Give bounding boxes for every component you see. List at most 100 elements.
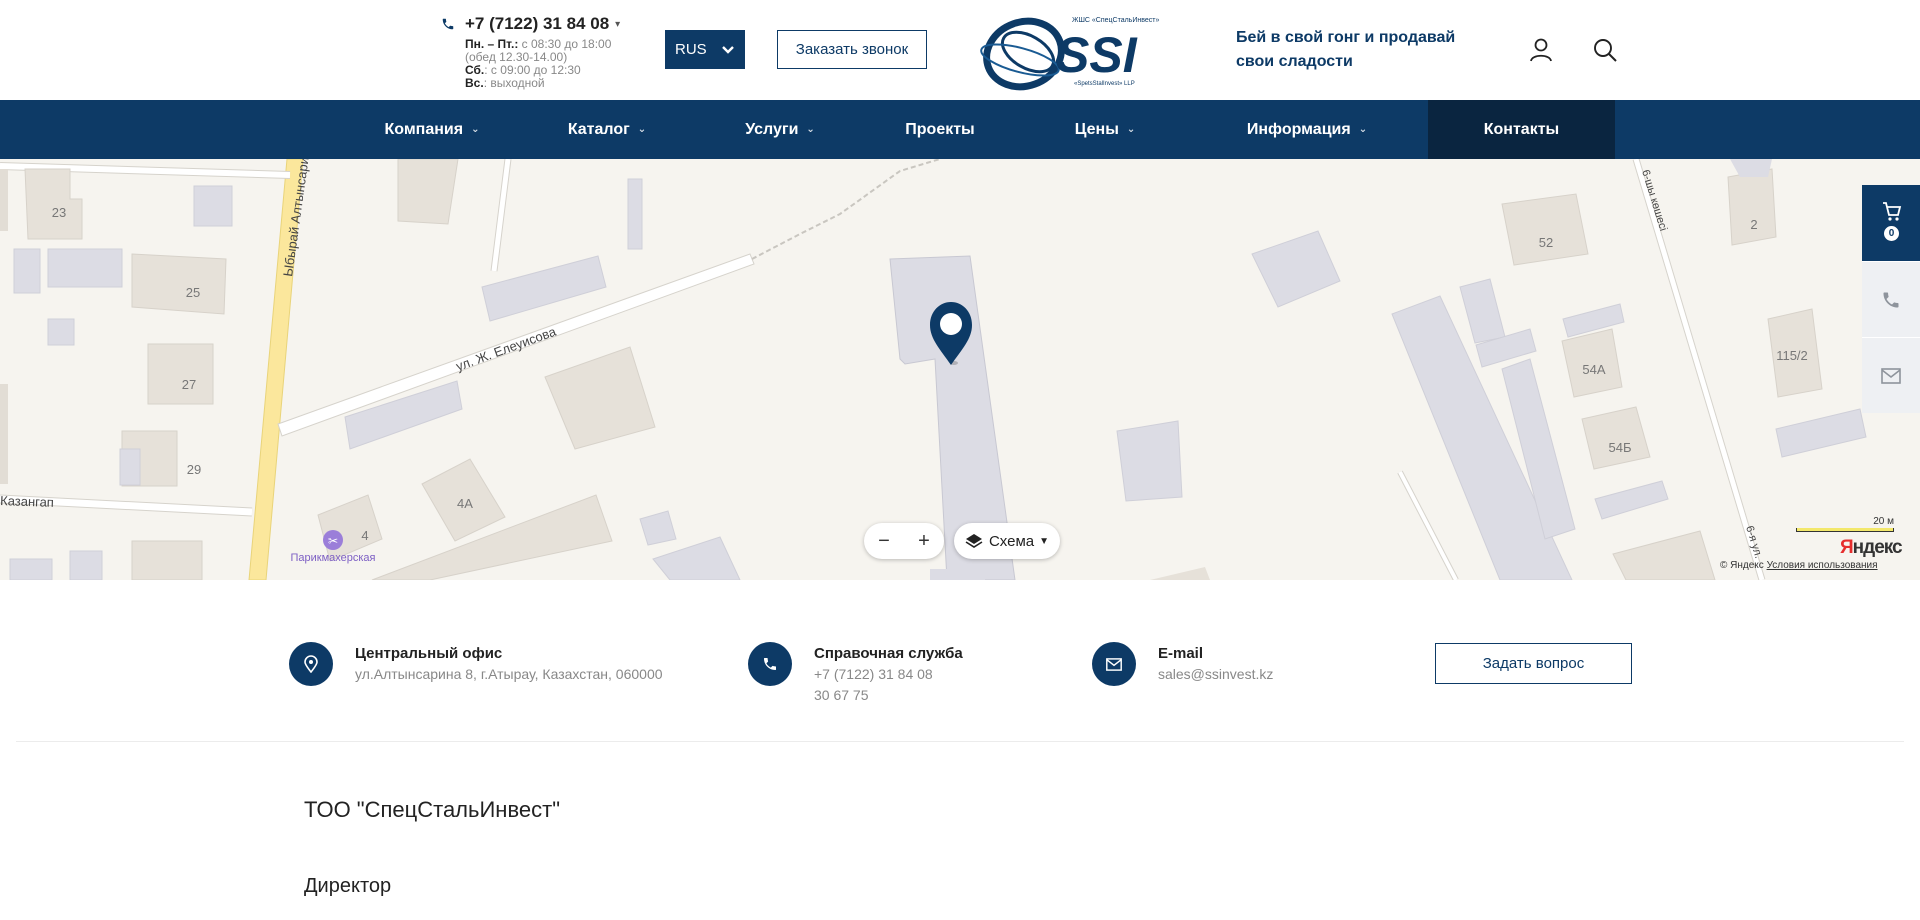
house-number: 23	[52, 205, 66, 220]
divider	[16, 741, 1904, 742]
working-hours: Пн. – Пт.: с 08:30 до 18:00 (обед 12.30-…	[465, 38, 641, 90]
page: +7 (7122) 31 84 08 ▾ Пн. – Пт.: с 08:30 …	[0, 0, 1920, 920]
chevron-down-icon: ⌄	[1358, 124, 1368, 135]
zoom-out-button[interactable]: −	[867, 530, 901, 553]
nav-item-label: Проекты	[905, 120, 975, 138]
logo-letter: Я	[1840, 537, 1854, 558]
sunday-label: Вс.	[465, 76, 484, 90]
scissors-icon: ✂	[328, 534, 338, 548]
saturday-label: Сб.	[465, 63, 485, 77]
contacts-section: Центральный офис ул.Алтынсарина 8, г.Аты…	[0, 580, 1920, 740]
street-label: 6-я ул.	[1743, 524, 1764, 560]
logo-bottom-text: «SpetsStalInvest» LLP	[1074, 81, 1135, 87]
search-icon[interactable]	[1591, 36, 1619, 64]
chevron-down-icon	[722, 45, 734, 54]
main-nav: Компания ⌄ Каталог ⌄ Услуги ⌄ Проекты Цены ⌄…	[0, 100, 1920, 159]
map-copyright: © Яндекс Условия использования	[1720, 560, 1878, 571]
chevron-down-icon: ⌄	[637, 124, 647, 135]
mail-icon	[1881, 367, 1901, 384]
nav-item-information[interactable]: Информация ⌄	[1232, 100, 1382, 159]
copyright-text: © Яндекс	[1720, 560, 1764, 571]
support-phone-2[interactable]: 30 67 75	[814, 685, 963, 706]
house-number: 4А	[457, 496, 473, 511]
cart-count-badge: 0	[1884, 226, 1899, 241]
house-number: 25	[186, 285, 200, 300]
house-number: 54Б	[1609, 440, 1632, 455]
weekdays-label: Пн. – Пт.:	[465, 37, 519, 51]
nav-item-prices[interactable]: Цены ⌄	[1060, 100, 1150, 159]
nav-item-catalog[interactable]: Каталог ⌄	[552, 100, 662, 159]
house-number: 4	[361, 528, 368, 543]
phone-dropdown[interactable]: +7 (7122) 31 84 08 ▾	[441, 14, 641, 34]
side-panel: 0	[1862, 185, 1920, 413]
language-select[interactable]: RUS	[665, 30, 745, 69]
terms-link[interactable]: Условия использования	[1767, 560, 1878, 571]
caret-down-icon: ▼	[1039, 535, 1050, 547]
logo[interactable]: ЖШС «СпецСтальИнвест» SSI «SpetsStalInve…	[980, 8, 1162, 92]
nav-item-services[interactable]: Услуги ⌄	[730, 100, 830, 159]
nav-item-label: Каталог	[567, 120, 630, 138]
chevron-down-icon: ▾	[615, 18, 621, 30]
director-heading: Директор	[304, 875, 392, 897]
slogan: Бей в свой гонг и продавай свои сладости	[1236, 29, 1456, 70]
house-number: 27	[182, 377, 196, 392]
message-side-button[interactable]	[1862, 337, 1920, 413]
support-title: Справочная служба	[814, 645, 963, 662]
phone-call-icon	[1883, 292, 1899, 307]
street-label: Казангап	[0, 493, 54, 510]
nav-item-projects[interactable]: Проекты	[890, 100, 990, 159]
office-address: ул.Алтынсарина 8, г.Атырау, Казахстан, 0…	[355, 666, 663, 682]
header: +7 (7122) 31 84 08 ▾ Пн. – Пт.: с 08:30 …	[0, 0, 1920, 100]
nav-item-label: Контакты	[1483, 120, 1560, 138]
yandex-logo[interactable]: Яндекс	[1840, 537, 1903, 559]
house-number: 115/2	[1776, 348, 1808, 363]
office-title: Центральный офис	[355, 645, 503, 662]
nav-item-label: Информация	[1246, 120, 1351, 138]
phone-icon	[442, 18, 454, 30]
location-icon	[289, 642, 333, 686]
email-link[interactable]: sales@ssinvest.kz	[1158, 664, 1273, 685]
contact-email: E-mail sales@ssinvest.kz	[1092, 642, 1273, 686]
logo-top-text: ЖШС «СпецСтальИнвест»	[1072, 17, 1159, 24]
house-number: 29	[187, 462, 201, 477]
mail-icon	[1092, 642, 1136, 686]
scale-bar	[1796, 528, 1894, 532]
nav-item-company[interactable]: Компания ⌄	[352, 100, 512, 159]
nav-item-contacts[interactable]: Контакты	[1428, 100, 1615, 159]
nav-item-label: Компания	[384, 120, 464, 138]
nav-item-label: Цены	[1074, 120, 1119, 138]
callback-button[interactable]: Заказать звонок	[777, 30, 927, 69]
ask-question-button[interactable]: Задать вопрос	[1435, 643, 1632, 684]
email-title: E-mail	[1158, 645, 1204, 662]
map[interactable]: 23 25 27 29 4А 4 52 2 115/2 54А 54Б Ыбыр…	[0, 159, 1920, 580]
phone-icon	[748, 642, 792, 686]
layers-icon	[965, 534, 983, 548]
chevron-down-icon: ⌄	[806, 124, 815, 135]
logo-main-text: SSI	[1056, 27, 1138, 83]
cart-button[interactable]: 0	[1862, 185, 1920, 261]
house-number: 52	[1539, 235, 1553, 250]
language-label: RUS	[675, 41, 707, 58]
company-name: ТОО "СпецСтальИнвест"	[304, 797, 561, 822]
poi-label: Парикмахерская	[290, 552, 375, 564]
chevron-down-icon: ⌄	[1126, 124, 1136, 135]
contact-office: Центральный офис ул.Алтынсарина 8, г.Аты…	[289, 642, 663, 686]
callback-side-button[interactable]	[1862, 261, 1920, 337]
zoom-controls: − +	[864, 523, 944, 559]
map-layer-label: Схема	[988, 532, 1035, 550]
street-label: ул. Ж. Елеуисова	[454, 323, 559, 373]
weekdays-value: с 08:30 до 18:00	[518, 37, 612, 51]
zoom-in-button[interactable]: +	[907, 530, 941, 553]
contact-support: Справочная служба +7 (7122) 31 84 08 30 …	[748, 642, 963, 706]
chevron-down-icon: ⌄	[471, 124, 480, 135]
map-canvas[interactable]: 23 25 27 29 4А 4 52 2 115/2 54А 54Б Ыбыр…	[0, 159, 1920, 580]
user-icon[interactable]	[1527, 36, 1555, 64]
nav-item-label: Услуги	[745, 120, 799, 138]
house-number: 2	[1750, 217, 1757, 232]
buildings-left	[0, 159, 741, 580]
map-layer-button[interactable]: Схема ▼	[954, 523, 1060, 559]
sunday-value: : выходной	[483, 76, 545, 90]
map-scale: 20 м	[1796, 516, 1896, 536]
support-phone-1[interactable]: +7 (7122) 31 84 08	[814, 664, 963, 685]
logo-rest: ндекс	[1852, 537, 1903, 558]
